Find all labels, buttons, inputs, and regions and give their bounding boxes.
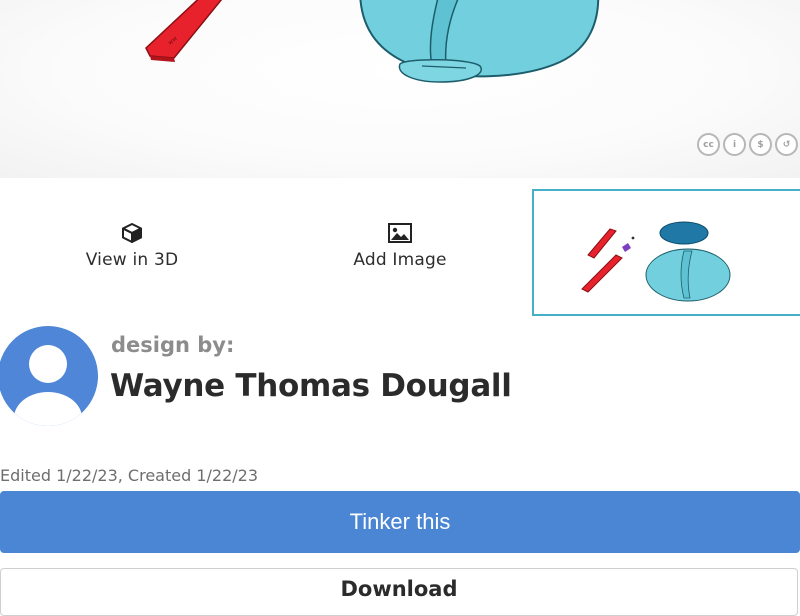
thumbnail-render: [581, 221, 731, 302]
model-render: ww: [145, 0, 600, 83]
add-image-label: Add Image: [353, 250, 447, 270]
noncommercial-icon: $: [749, 133, 772, 156]
design-by-label: design by:: [111, 333, 235, 357]
download-label: Download: [340, 577, 458, 601]
view-in-3d-label: View in 3D: [85, 250, 179, 270]
image-icon: [388, 223, 412, 243]
edit-create-dates: Edited 1/22/23, Created 1/22/23: [0, 466, 259, 485]
user-avatar-icon: [0, 326, 98, 426]
add-image-button[interactable]: Add Image: [300, 222, 500, 270]
cube-icon: [122, 223, 142, 243]
cc-icon: cc: [697, 133, 720, 156]
view-in-3d-button[interactable]: View in 3D: [32, 222, 232, 270]
model-viewer[interactable]: ww cc i $ ↺: [0, 0, 800, 178]
attribution-icon: i: [723, 133, 746, 156]
sharealike-icon: ↺: [775, 133, 798, 156]
designer-name[interactable]: Wayne Thomas Dougall: [110, 368, 512, 404]
design-thumbnail[interactable]: [532, 189, 800, 316]
tinker-this-button[interactable]: Tinker this: [0, 491, 800, 553]
avatar[interactable]: [0, 326, 98, 426]
license-icons: cc i $ ↺: [697, 133, 798, 156]
tinker-this-label: Tinker this: [349, 509, 451, 534]
download-button[interactable]: Download: [0, 568, 798, 616]
red-bar-shape: [145, 0, 223, 59]
